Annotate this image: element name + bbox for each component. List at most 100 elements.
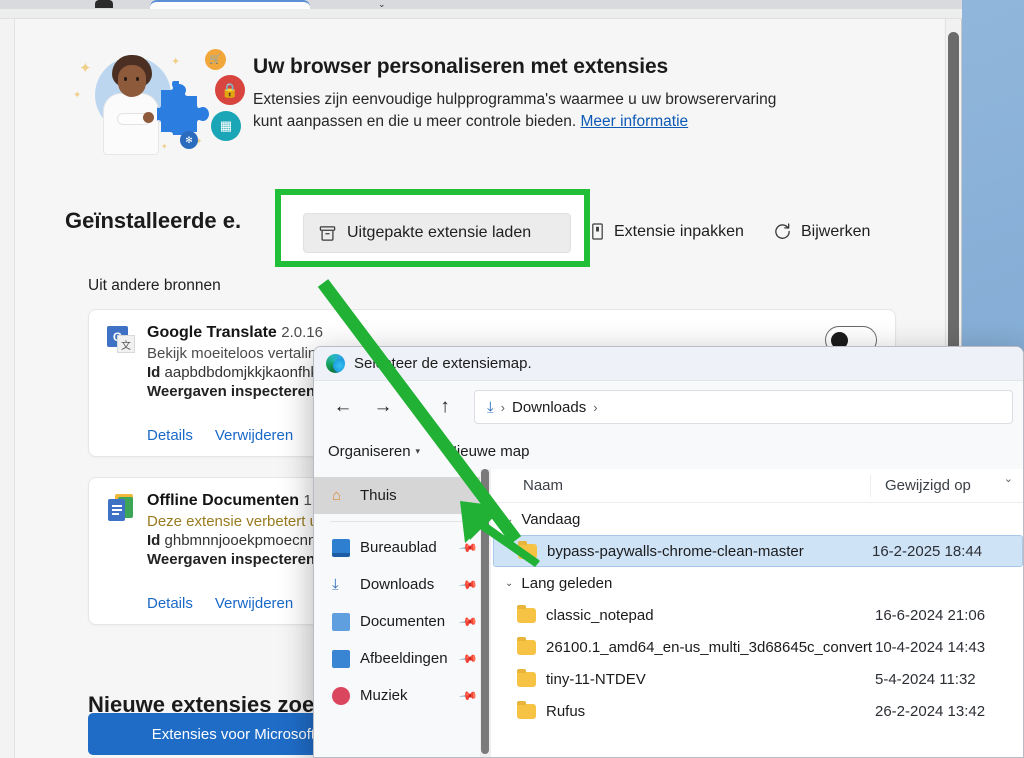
sidebar-scrollbar-thumb[interactable]: [481, 469, 489, 754]
package-icon: [319, 225, 336, 241]
breadcrumb-downloads[interactable]: Downloads: [512, 399, 586, 416]
file-modified-date: 26-2-2024 13:42: [875, 702, 986, 720]
tab-glyph-icon: ⌄: [378, 0, 386, 9]
file-row[interactable]: Rufus 26-2-2024 13:42: [491, 695, 1023, 727]
file-name: bypass-paywalls-chrome-clean-master: [547, 542, 804, 560]
load-unpacked-label: Uitgepakte extensie laden: [347, 224, 532, 241]
sidebar-item-muziek[interactable]: Muziek 📌: [314, 677, 490, 714]
chevron-down-icon: ▾: [415, 445, 421, 456]
address-breadcrumb-bar[interactable]: ⤓ › Downloads ›: [474, 390, 1013, 424]
select-folder-dialog: Selecteer de extensiemap. ← → ↑ ⤓ › Down…: [313, 346, 1024, 758]
file-name: classic_notepad: [546, 606, 654, 624]
extension-views-label: Weergaven inspecteren: [147, 383, 316, 400]
extension-remove-link[interactable]: Verwijderen: [215, 595, 293, 612]
organize-button[interactable]: Organiseren ▾: [328, 443, 420, 460]
sidebar-item-label: Downloads: [360, 576, 435, 593]
screenshot-root: ⌄ ✦ ✦ ✦ ✦ ✦ 🛒 🔒 ▦ ✻ Uw browser personali…: [0, 0, 1024, 758]
dialog-body: ⌂ Thuis Bureaublad 📌 ⤓ Downloads 📌 Docum…: [314, 469, 1023, 757]
other-sources-heading: Uit andere bronnen: [88, 277, 221, 294]
file-modified-date: 10-4-2024 14:43: [875, 638, 986, 656]
file-name: Rufus: [546, 702, 586, 720]
refresh-extensions-button[interactable]: Bijwerken: [773, 222, 870, 241]
folder-icon: [517, 668, 536, 687]
tab-active-extensions[interactable]: [150, 0, 310, 9]
column-options-chevron-icon[interactable]: ⌄: [1004, 472, 1013, 485]
sidebar-item-bureaublad[interactable]: Bureaublad 📌: [314, 529, 490, 566]
folder-icon: [517, 700, 536, 719]
forward-button[interactable]: →: [366, 390, 400, 424]
refresh-label: Bijwerken: [801, 222, 871, 240]
extension-views-label: Weergaven inspecteren: [147, 551, 316, 568]
dialog-navigation-row: ← → ↑ ⤓ › Downloads ›: [314, 381, 1023, 433]
hero-title: Uw browser personaliseren met extensies: [253, 55, 669, 78]
refresh-icon: [775, 223, 790, 239]
sparkle-icon: ✦: [161, 142, 168, 151]
sparkle-icon: ✦: [171, 56, 181, 68]
chevron-down-icon: ⌄: [505, 577, 514, 589]
extension-name: Google Translate 2.0.16: [147, 324, 877, 342]
browser-tabstrip[interactable]: ⌄: [0, 0, 962, 9]
file-row[interactable]: tiny-11-NTDEV 5-4-2024 11:32: [491, 663, 1023, 695]
sidebar-item-downloads[interactable]: ⤓ Downloads 📌: [314, 566, 490, 603]
downloads-icon: ⤓: [332, 575, 339, 593]
load-unpacked-extension-button[interactable]: Uitgepakte extensie laden: [303, 213, 571, 253]
sidebar-item-afbeeldingen[interactable]: Afbeeldingen 📌: [314, 640, 490, 677]
file-modified-date: 5-4-2024 11:32: [875, 670, 976, 688]
back-button[interactable]: ←: [326, 390, 360, 424]
sidebar-item-documenten[interactable]: Documenten 📌: [314, 603, 490, 640]
calendar-badge-icon: ▦: [211, 111, 241, 141]
pin-icon: 📌: [458, 574, 479, 595]
dialog-titlebar: Selecteer de extensiemap.: [314, 347, 1023, 381]
breadcrumb-separator: ›: [500, 399, 505, 415]
hero-learn-more-link[interactable]: Meer informatie: [580, 113, 688, 130]
folder-icon: [518, 540, 537, 559]
file-list-pane: Naam Gewijzigd op ⌄ ⌄ Vandaag bypass-pay…: [491, 469, 1023, 757]
load-unpacked-highlight-box: Uitgepakte extensie laden: [275, 189, 590, 267]
pack-extension-label: Extensie inpakken: [614, 222, 744, 240]
cart-badge-icon: 🛒: [205, 49, 226, 70]
tab-partial-left[interactable]: [95, 0, 113, 8]
extension-id-value: ghbmnnjooekpmoecnn: [164, 532, 317, 549]
extension-version: 2.0.16: [281, 324, 323, 341]
file-row[interactable]: classic_notepad 16-6-2024 21:06: [491, 599, 1023, 631]
google-docs-offline-icon: [107, 494, 135, 522]
extension-id-label: Id: [147, 364, 161, 381]
extension-name-text: Offline Documenten: [147, 492, 300, 509]
dialog-title: Selecteer de extensiemap.: [354, 355, 532, 372]
extension-details-link[interactable]: Details: [147, 427, 193, 444]
file-group-label: Lang geleden: [521, 574, 613, 592]
pack-extension-button[interactable]: Extensie inpakken: [590, 222, 744, 241]
extension-details-link[interactable]: Details: [147, 595, 193, 612]
extension-remove-link[interactable]: Verwijderen: [215, 427, 293, 444]
file-row[interactable]: bypass-paywalls-chrome-clean-master 16-2…: [493, 535, 1023, 567]
sidebar-divider: [330, 521, 472, 522]
sidebar-item-thuis[interactable]: ⌂ Thuis: [314, 477, 490, 514]
file-row[interactable]: 26100.1_amd64_en-us_multi_3d68645c_conve…: [491, 631, 1023, 663]
dialog-sidebar: ⌂ Thuis Bureaublad 📌 ⤓ Downloads 📌 Docum…: [314, 469, 491, 757]
lock-badge-icon: 🔒: [215, 75, 245, 105]
sidebar-item-label: Thuis: [360, 487, 397, 504]
organize-label: Organiseren: [328, 442, 411, 460]
hero-desc-line1: Extensies zijn eenvoudige hulpprogramma'…: [253, 91, 777, 108]
extension-id-label: Id: [147, 532, 161, 549]
google-translate-icon: G 文: [107, 326, 135, 354]
page-scrollbar-thumb[interactable]: [948, 32, 959, 362]
sidebar-item-label: Documenten: [360, 613, 446, 630]
music-icon: [332, 686, 350, 705]
arrow-up-icon: ↑: [440, 396, 450, 417]
hero-desc-line2: kunt aanpassen en die u meer controle bi…: [253, 113, 577, 131]
arrow-left-icon: ←: [333, 396, 353, 417]
pin-icon: 📌: [458, 648, 479, 669]
sidebar-scrollbar[interactable]: [480, 469, 490, 757]
new-folder-button[interactable]: Nieuwe map: [446, 443, 529, 460]
file-group-header-vandaag[interactable]: ⌄ Vandaag: [491, 503, 1023, 535]
pictures-icon: [332, 649, 350, 668]
column-header-modified[interactable]: Gewijzigd op: [870, 474, 1023, 497]
extension-id-value: aapbdbdomjkkjkaonfhk: [164, 364, 318, 381]
up-button[interactable]: ↑: [428, 390, 462, 424]
arrow-right-icon: →: [373, 396, 393, 417]
dialog-toolbar: Organiseren ▾ Nieuwe map: [314, 433, 1023, 469]
file-group-header-lang-geleden[interactable]: ⌄ Lang geleden: [491, 567, 1023, 599]
desktop-icon: [332, 538, 350, 557]
column-header-name[interactable]: Naam: [491, 477, 870, 494]
